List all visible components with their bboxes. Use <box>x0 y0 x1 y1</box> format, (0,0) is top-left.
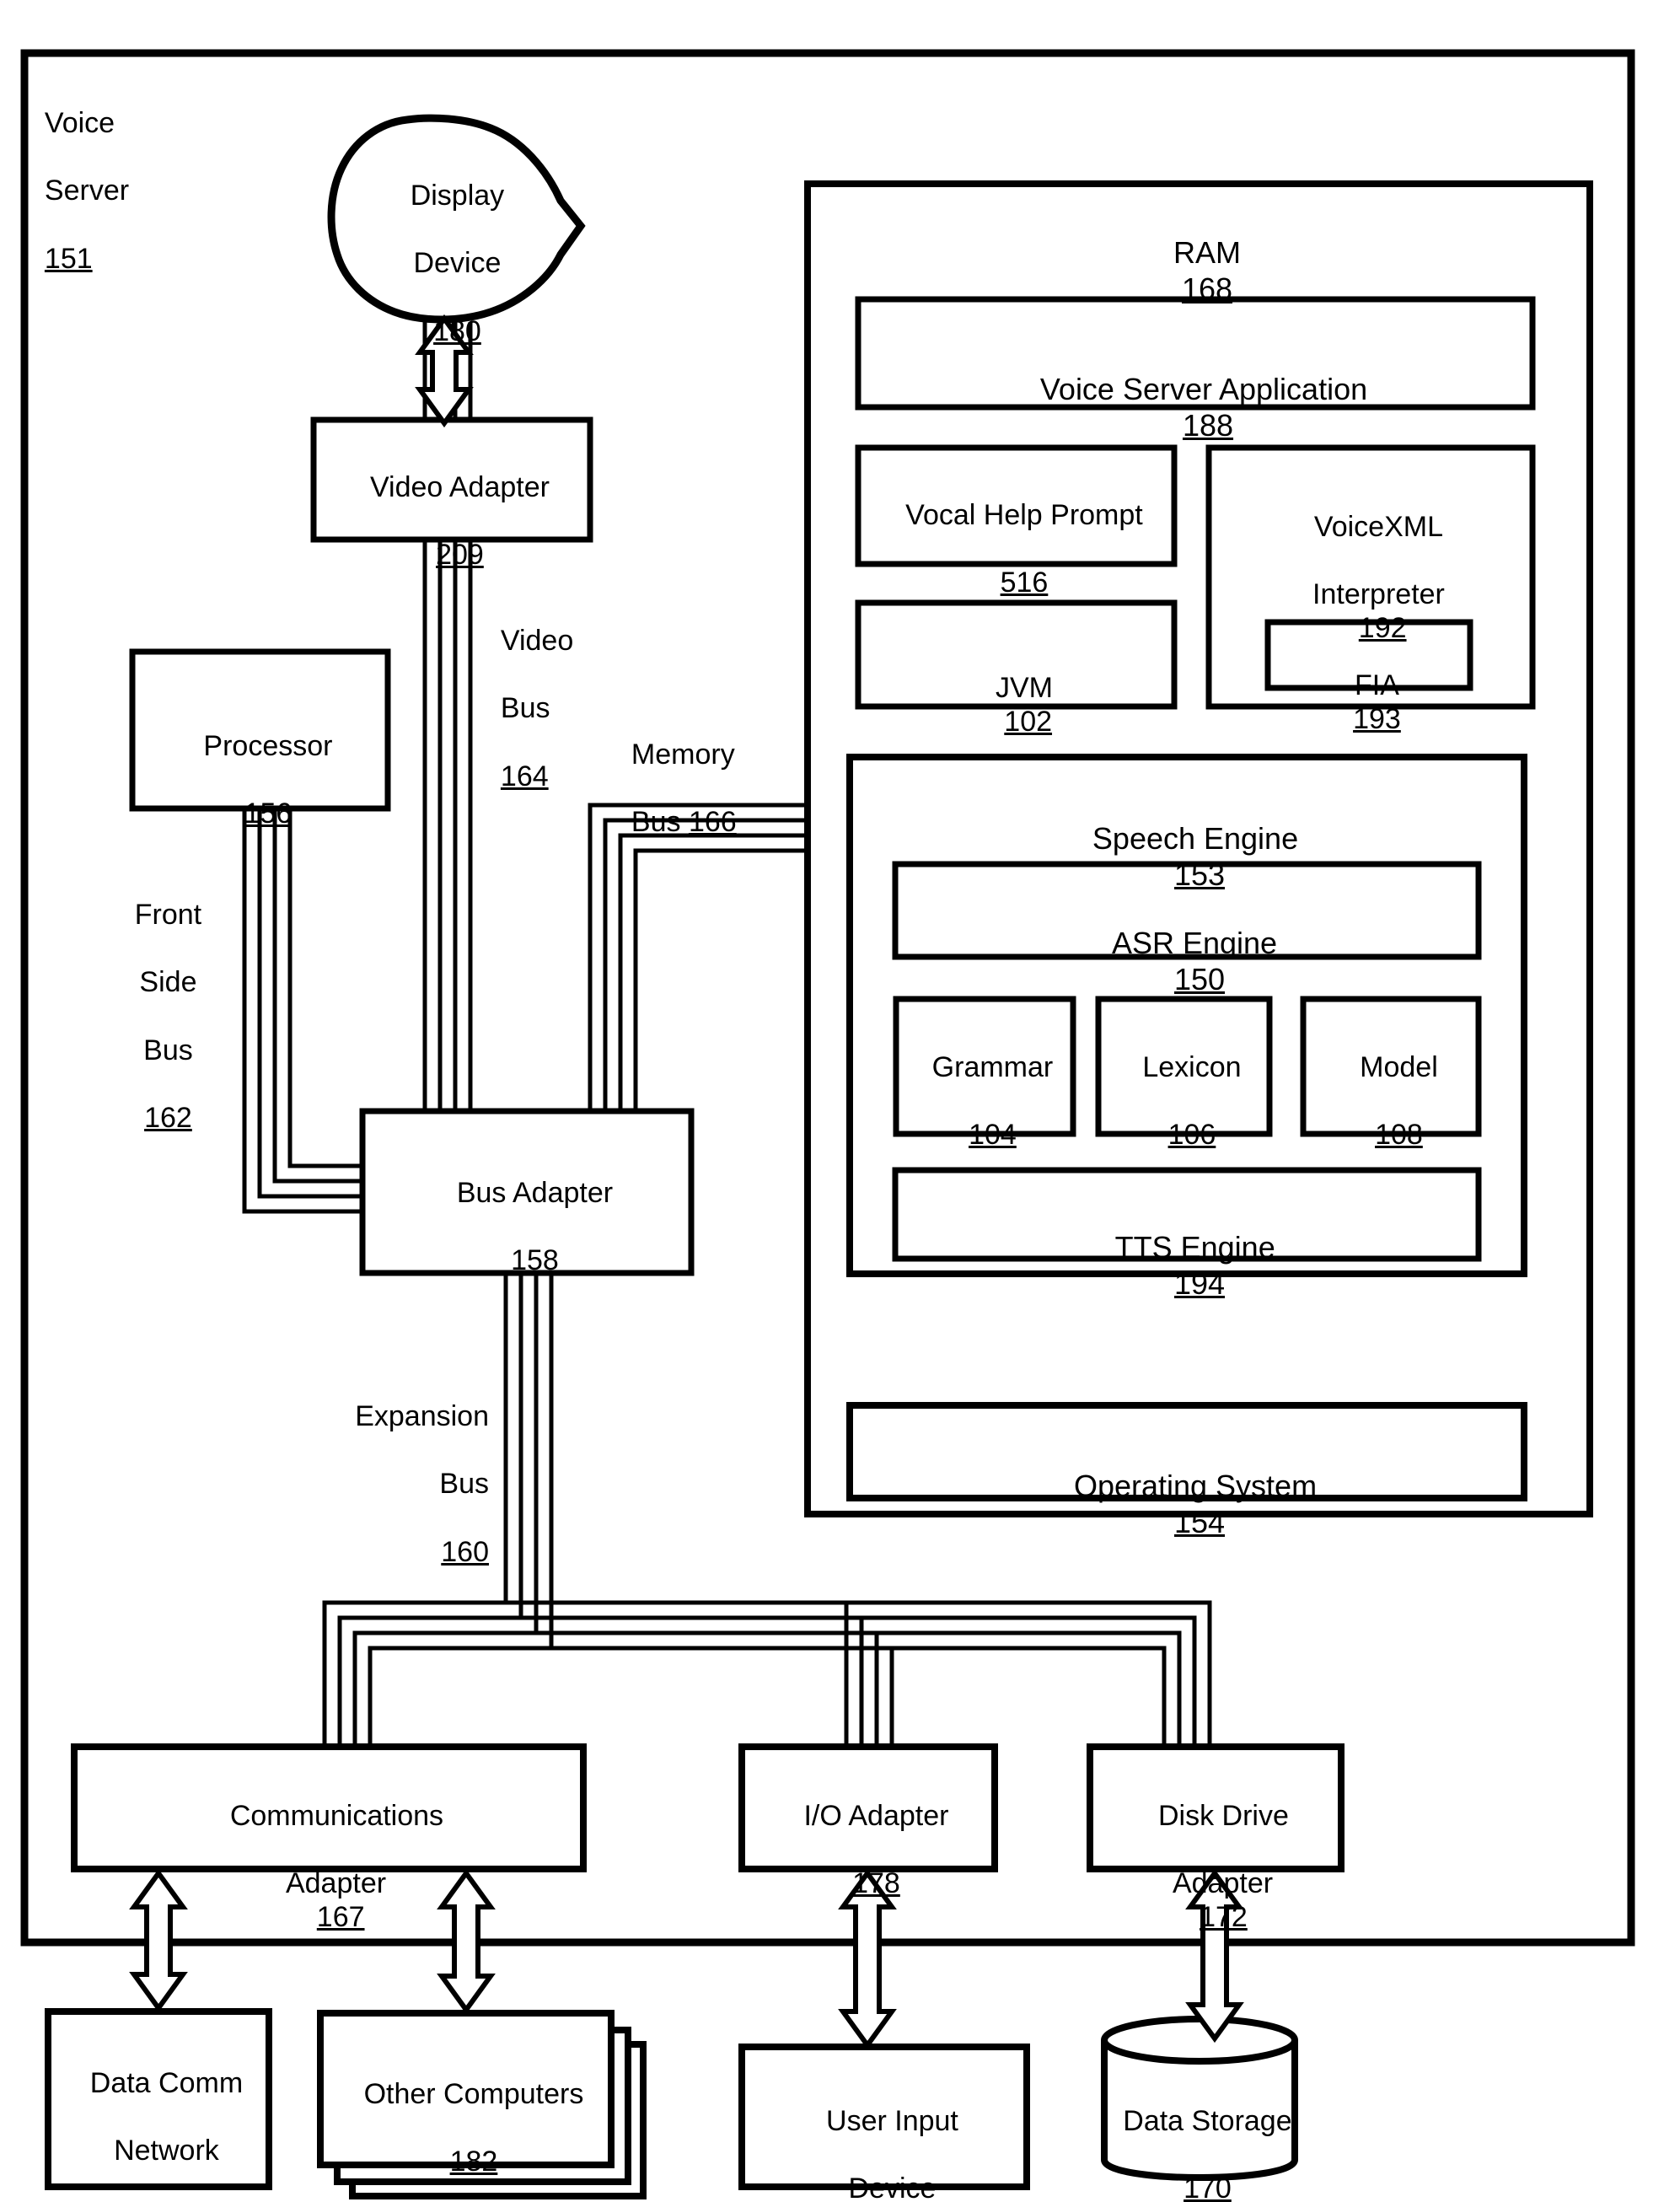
voice-server-application-ref: 188 <box>1182 407 1234 443</box>
voicexml-interpreter-label: VoiceXML Interpreter 192 <box>1312 511 1445 645</box>
model-label: Model 108 <box>1360 1051 1438 1152</box>
grammar-label: Grammar 104 <box>931 1051 1054 1152</box>
io-adapter-label: I/O Adapter 178 <box>803 1800 949 1900</box>
video-adapter-label: Video Adapter 209 <box>369 471 550 572</box>
operating-system-label: Operating System 154 <box>1073 1469 1318 1539</box>
display-device-ref: 180 <box>433 314 481 347</box>
expansion-bus-ref: 160 <box>441 1535 489 1568</box>
fia-label: FIA 193 <box>1353 669 1401 736</box>
processor-ref: 156 <box>244 798 293 830</box>
model-ref: 108 <box>1375 1119 1423 1152</box>
ram-label: RAM 168 <box>1173 235 1241 306</box>
communications-adapter-ref: 167 <box>316 1901 365 1934</box>
other-computers-label: Other Computers 182 <box>363 2078 584 2178</box>
bus-adapter-ref: 158 <box>511 1244 559 1277</box>
other-computers-ref: 182 <box>449 2146 498 2178</box>
disk-drive-adapter-ref: 172 <box>1200 1901 1248 1934</box>
asr-engine-label: ASR Engine 150 <box>1111 926 1278 996</box>
vocal-help-prompt-ref: 516 <box>1000 567 1049 599</box>
lexicon-label: Lexicon 106 <box>1142 1051 1242 1152</box>
lexicon-ref: 106 <box>1167 1119 1216 1152</box>
display-device-label: Display Device 180 <box>410 180 505 347</box>
memory-bus-label: Memory Bus 166 <box>631 738 737 839</box>
tts-engine-label: TTS Engine 194 <box>1114 1230 1275 1301</box>
processor-label: Processor 156 <box>203 730 333 830</box>
data-comm-network-label: Data Comm Network 100 <box>89 2067 244 2167</box>
fia-ref: 193 <box>1353 703 1401 736</box>
grammar-ref: 104 <box>969 1119 1017 1152</box>
tts-engine-ref: 194 <box>1173 1265 1226 1301</box>
jvm-ref: 102 <box>1004 706 1053 738</box>
video-bus-label: Video Bus 164 <box>500 625 574 792</box>
expansion-bus-label: Expansion Bus 160 <box>355 1400 489 1568</box>
ram-ref: 168 <box>1181 271 1233 306</box>
jvm-label: JVM 102 <box>995 672 1053 738</box>
video-bus-ref: 164 <box>500 760 549 792</box>
bus-adapter-label: Bus Adapter 158 <box>456 1177 614 1277</box>
operating-system-ref: 154 <box>1173 1504 1226 1539</box>
communications-adapter-label: Communications Adapter 167 <box>229 1800 444 1934</box>
disk-drive-adapter-label: Disk Drive Adapter 172 <box>1158 1800 1289 1934</box>
asr-engine-ref: 150 <box>1173 961 1226 996</box>
voice-server-label: Voice Server 151 <box>44 107 130 275</box>
memory-bus-ref: 166 <box>688 806 737 839</box>
data-storage-label: Data Storage 170 <box>1098 2070 1301 2202</box>
speech-engine-ref: 153 <box>1173 857 1226 892</box>
voice-server-application-label: Voice Server Application 188 <box>1039 372 1368 443</box>
data-storage-ref: 170 <box>1184 2172 1232 2202</box>
video-adapter-ref: 209 <box>436 539 484 572</box>
voice-server-ref: 151 <box>44 242 93 275</box>
user-input-device-label: User Input Device 181 <box>826 2105 958 2202</box>
io-adapter-ref: 178 <box>852 1867 900 1900</box>
front-side-bus-ref: 162 <box>144 1101 192 1134</box>
patent-figure: Voice Server 151 Display Device 180 Vide… <box>0 0 1680 2202</box>
speech-engine-label: Speech Engine 153 <box>1092 821 1299 892</box>
vocal-help-prompt-label: Vocal Help Prompt 516 <box>905 499 1143 599</box>
front-side-bus-label: Front Side Bus 162 <box>134 899 202 1134</box>
memory-bus-lines <box>588 803 808 1128</box>
front-side-bus-lines <box>242 808 362 1214</box>
